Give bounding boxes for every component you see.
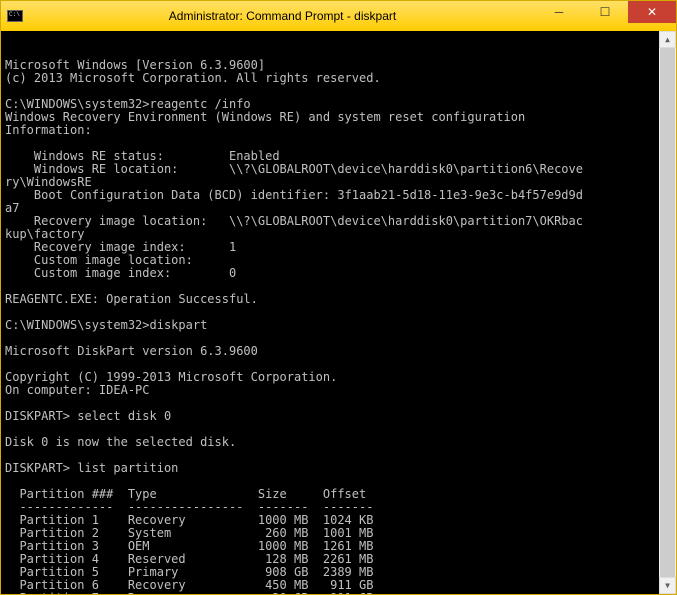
os-version: Microsoft Windows [Version 6.3.9600] <box>5 58 265 72</box>
command-diskpart: diskpart <box>150 318 208 332</box>
partition-row: Partition 4 Reserved 128 MB 2261 MB <box>5 552 373 566</box>
reagentc-title: Windows Recovery Environment (Windows RE… <box>5 110 525 124</box>
recidx-label: Recovery image index: <box>5 240 229 254</box>
re-status-value: Enabled <box>229 149 280 163</box>
scrollbar[interactable]: ▲ ▼ <box>659 31 676 594</box>
diskpart-prompt: DISKPART> <box>5 409 77 423</box>
partition-row: Partition 2 System 260 MB 1001 MB <box>5 526 373 540</box>
recidx-value: 1 <box>229 240 236 254</box>
re-location-value: \\?\GLOBALROOT\device\harddisk0\partitio… <box>229 162 583 176</box>
cmd-icon <box>1 10 29 22</box>
scroll-track[interactable] <box>659 48 676 577</box>
close-button[interactable]: ✕ <box>628 1 676 23</box>
partition-row: Partition 5 Primary 908 GB 2389 MB <box>5 565 373 579</box>
cmd-window: Administrator: Command Prompt - diskpart… <box>0 0 677 595</box>
os-copyright: (c) 2013 Microsoft Corporation. All righ… <box>5 71 381 85</box>
bcd-label: Boot Configuration Data (BCD) identifier… <box>5 188 337 202</box>
minimize-button[interactable]: ─ <box>536 1 582 23</box>
recimg-value: \\?\GLOBALROOT\device\harddisk0\partitio… <box>229 214 583 228</box>
command-list-partition: list partition <box>77 461 178 475</box>
window-buttons: ─ ☐ ✕ <box>536 1 676 31</box>
partition-row: Partition 6 Recovery 450 MB 911 GB <box>5 578 373 592</box>
re-location-wrap: ry\WindowsRE <box>5 175 92 189</box>
partition-header: Partition ### Type Size Offset <box>5 487 366 501</box>
scroll-up-button[interactable]: ▲ <box>659 31 676 48</box>
scroll-thumb[interactable] <box>660 48 675 577</box>
diskpart-prompt: DISKPART> <box>5 461 77 475</box>
command-select-disk: select disk 0 <box>77 409 171 423</box>
reagentc-info-label: Information: <box>5 123 92 137</box>
command-reagentc: reagentc /info <box>150 97 251 111</box>
partition-row: Partition 3 OEM 1000 MB 1261 MB <box>5 539 373 553</box>
bcd-value: 3f1aab21-5d18-11e3-9e3c-b4f57e9d9d <box>337 188 583 202</box>
bcd-wrap: a7 <box>5 201 19 215</box>
custidx-value: 0 <box>229 266 236 280</box>
terminal-content: Microsoft Windows [Version 6.3.9600] (c)… <box>5 59 655 594</box>
diskpart-copyright: Copyright (C) 1999-2013 Microsoft Corpor… <box>5 370 337 384</box>
custidx-label: Custom image index: <box>5 266 229 280</box>
recimg-wrap: kup\factory <box>5 227 84 241</box>
reagentc-success: REAGENTC.EXE: Operation Successful. <box>5 292 258 306</box>
diskpart-computer: On computer: IDEA-PC <box>5 383 150 397</box>
prompt: C:\WINDOWS\system32> <box>5 318 150 332</box>
recimg-label: Recovery image location: <box>5 214 229 228</box>
partition-row: Partition 1 Recovery 1000 MB 1024 KB <box>5 513 373 527</box>
re-status-label: Windows RE status: <box>5 149 229 163</box>
prompt: C:\WINDOWS\system32> <box>5 97 150 111</box>
select-disk-result: Disk 0 is now the selected disk. <box>5 435 236 449</box>
partition-divider: ------------- ---------------- ------- -… <box>5 500 373 514</box>
re-location-label: Windows RE location: <box>5 162 229 176</box>
scroll-down-button[interactable]: ▼ <box>659 577 676 594</box>
custimg-label: Custom image location: <box>5 253 193 267</box>
partition-row: Partition 7 Recovery 20 GB 911 GB <box>5 591 373 594</box>
diskpart-version: Microsoft DiskPart version 6.3.9600 <box>5 344 258 358</box>
maximize-button[interactable]: ☐ <box>582 1 628 23</box>
titlebar[interactable]: Administrator: Command Prompt - diskpart… <box>1 1 676 31</box>
terminal[interactable]: Microsoft Windows [Version 6.3.9600] (c)… <box>1 31 676 594</box>
window-title: Administrator: Command Prompt - diskpart <box>29 9 536 23</box>
